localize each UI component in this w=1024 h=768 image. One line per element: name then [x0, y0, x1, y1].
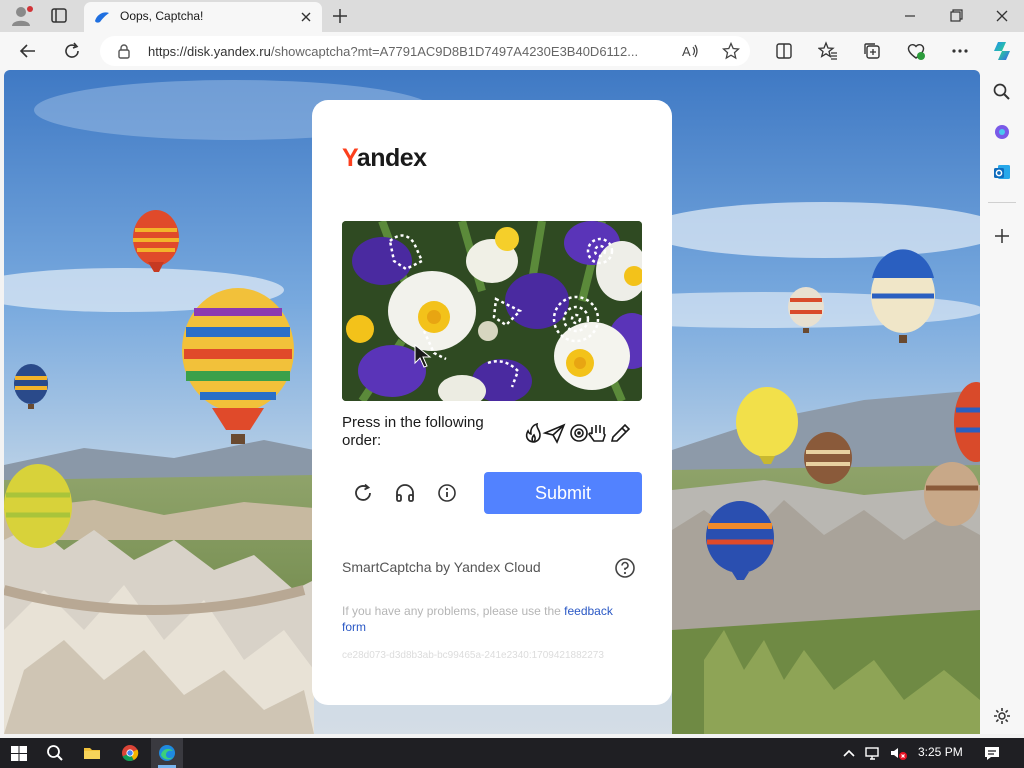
url-path: /showcaptcha?mt=A7791AC9D8B1D7497A4230E3… — [270, 44, 639, 59]
url-host: https://disk.yandex.ru — [148, 44, 271, 59]
page-content: Yandex Press in the following order: Sub… — [4, 70, 980, 734]
show-hidden-icons-chevron-icon[interactable] — [842, 743, 856, 763]
sidebar-settings-icon[interactable] — [992, 706, 1012, 726]
flame-icon — [525, 422, 541, 443]
refresh-captcha-icon[interactable] — [352, 482, 374, 504]
captcha-card: Yandex Press in the following order: Sub… — [312, 100, 672, 705]
submit-button[interactable]: Submit — [484, 472, 642, 514]
problems-prefix: If you have any problems, please use the — [342, 604, 565, 618]
help-icon[interactable] — [614, 557, 636, 579]
volume-muted-icon[interactable] — [888, 743, 908, 763]
captcha-image[interactable] — [342, 221, 642, 401]
new-tab-icon[interactable] — [330, 6, 350, 26]
svg-text:A: A — [682, 44, 691, 59]
taskbar-search-icon[interactable] — [45, 743, 65, 763]
address-bar[interactable]: https://disk.yandex.ru/showcaptcha?mt=A7… — [100, 36, 750, 66]
info-icon[interactable] — [436, 482, 458, 504]
close-window-icon[interactable] — [988, 6, 1016, 26]
refresh-icon[interactable] — [62, 41, 82, 61]
logo-rest: andex — [356, 144, 427, 172]
tab-strip: Oops, Captcha! — [0, 0, 1024, 32]
minimize-icon[interactable] — [896, 6, 924, 26]
read-aloud-icon[interactable]: A — [682, 43, 700, 59]
url-text[interactable]: https://disk.yandex.ru/showcaptcha?mt=A7… — [148, 44, 668, 59]
browser-essentials-icon[interactable] — [906, 41, 926, 61]
tab-actions-icon[interactable] — [48, 6, 72, 26]
outlook-icon[interactable] — [992, 162, 1012, 182]
taskbar-clock[interactable]: 3:25 PM — [918, 745, 963, 759]
restore-icon[interactable] — [942, 6, 970, 26]
copilot-icon[interactable] — [990, 39, 1014, 63]
captcha-token: ce28d073-d3d8b3ab-bc99465a-241e2340:1709… — [342, 650, 604, 661]
sidebar-divider — [988, 202, 1016, 203]
more-menu-icon[interactable] — [950, 41, 970, 61]
windows-taskbar: 3:25 PM — [0, 738, 1024, 768]
edge-icon[interactable] — [157, 743, 177, 763]
order-icons — [524, 422, 634, 444]
chrome-icon[interactable] — [120, 743, 140, 763]
problems-text: If you have any problems, please use the… — [342, 603, 632, 635]
collections-icon[interactable] — [862, 41, 882, 61]
balloon-yellow-left — [4, 464, 72, 548]
target-icon — [570, 424, 588, 442]
copilot-sidebar-icon[interactable] — [992, 122, 1012, 142]
yandex-disk-favicon-icon — [94, 10, 110, 24]
favorites-icon[interactable] — [817, 41, 838, 61]
lock-icon[interactable] — [116, 43, 132, 59]
notifications-icon[interactable] — [982, 743, 1002, 763]
pencil-icon — [610, 423, 631, 442]
profile-icon[interactable] — [10, 5, 34, 27]
add-sidebar-app-icon[interactable] — [992, 226, 1012, 246]
favorite-star-icon[interactable] — [721, 41, 741, 60]
balloon-brown-right — [804, 432, 852, 484]
browser-toolbar: https://disk.yandex.ru/showcaptcha?mt=A7… — [0, 32, 1024, 70]
captcha-instruction: Press in the following order: — [342, 414, 484, 449]
paper-plane-icon — [542, 423, 566, 444]
file-explorer-icon[interactable] — [82, 743, 102, 763]
edge-sidebar — [980, 70, 1024, 734]
search-icon[interactable] — [992, 82, 1012, 102]
audio-captcha-headphones-icon[interactable] — [394, 482, 416, 504]
smartcaptcha-provider: SmartCaptcha by Yandex Cloud — [342, 559, 541, 575]
tab-title: Oops, Captcha! — [120, 9, 204, 23]
logo-first-letter: Y — [342, 144, 357, 172]
yandex-logo: Yandex — [342, 144, 427, 173]
hand-icon — [588, 425, 606, 442]
balloon-tan-right — [924, 462, 980, 526]
active-tab[interactable]: Oops, Captcha! — [84, 2, 322, 32]
start-windows-icon[interactable] — [9, 743, 29, 763]
back-icon[interactable] — [18, 41, 38, 61]
network-icon[interactable] — [864, 743, 882, 763]
close-tab-icon[interactable] — [298, 9, 314, 25]
split-screen-icon[interactable] — [774, 41, 794, 61]
